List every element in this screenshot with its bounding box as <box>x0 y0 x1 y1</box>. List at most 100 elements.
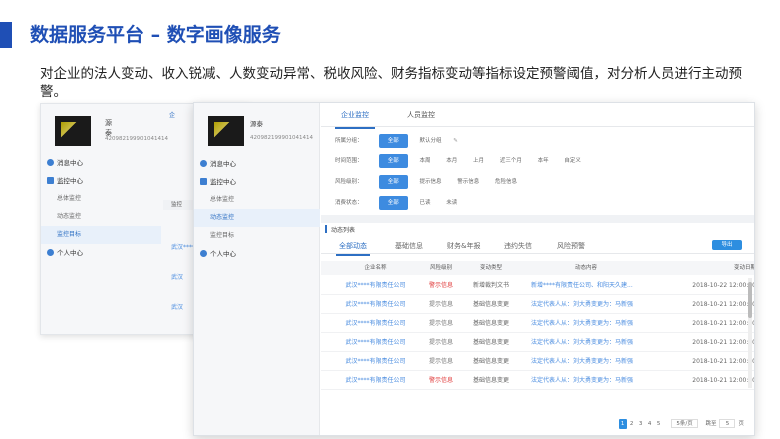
filter-option[interactable]: 全部 <box>378 134 408 148</box>
filter-option[interactable]: 未读 <box>442 196 461 210</box>
export-button[interactable]: 导出 <box>712 240 742 250</box>
change-date: 2018-10-22 12:00:00 <box>692 282 755 289</box>
sidebar-item-overall[interactable]: 总体监控 <box>41 190 161 208</box>
company-link[interactable]: 武汉****有限责任公司 <box>333 372 418 390</box>
filter-option[interactable]: 危险信息 <box>491 175 521 189</box>
change-type: 基础信息变更 <box>472 377 509 384</box>
sidebar-item-monitor[interactable]: 监控中心 <box>41 172 161 190</box>
page-button[interactable]: 5 <box>655 419 663 429</box>
change-content-link[interactable]: 新增****有限责任公司、和阳天久建... <box>531 277 641 295</box>
filter-option[interactable]: 自定义 <box>560 154 585 168</box>
change-date: 2018-10-21 12:00:00 <box>692 377 755 384</box>
message-icon <box>47 159 54 166</box>
tab-person-monitor[interactable]: 人员监控 <box>407 110 435 120</box>
change-content-link[interactable]: 法定代表人从：刘大勇变更为：马新强 <box>531 315 641 333</box>
column-header[interactable]: 企业名称 <box>333 261 418 275</box>
page-button[interactable]: 3 <box>637 419 645 429</box>
filter-option[interactable]: 默认分组 <box>416 134 446 148</box>
sidebar-item-personal[interactable]: 个人中心 <box>41 244 161 262</box>
tab-risk-alert[interactable]: 风险预警 <box>557 241 585 251</box>
scrollbar[interactable] <box>748 278 752 388</box>
change-date: 2018-10-21 12:00:00 <box>692 339 755 346</box>
goto-suffix: 页 <box>738 421 744 427</box>
filter-option[interactable]: 本年 <box>534 154 553 168</box>
filter-option[interactable]: 提示信息 <box>416 175 446 189</box>
risk-level: 提示信息 <box>428 301 453 308</box>
sidebar-item-personal[interactable]: 个人中心 <box>194 245 320 263</box>
company-link[interactable]: 武汉****有限责任公司 <box>333 353 418 371</box>
filter-option[interactable]: 已读 <box>416 196 435 210</box>
sidebar-item-monitor[interactable]: 监控中心 <box>194 173 320 191</box>
sidebar-item-messages[interactable]: 消息中心 <box>194 155 320 173</box>
column-header[interactable]: 动态内容 <box>531 261 641 275</box>
tab-all-dynamics[interactable]: 全部动态 <box>336 241 370 256</box>
page-button[interactable]: 4 <box>646 419 654 429</box>
company-link[interactable]: 武汉****有限责任公司 <box>333 277 418 295</box>
column-header[interactable]: 风险级别 <box>421 261 461 275</box>
change-content-link[interactable]: 法定代表人从：刘大勇变更为：马新强 <box>531 372 641 390</box>
filter-option[interactable]: 上月 <box>469 154 488 168</box>
user-id: 420982199901041414 <box>250 135 313 141</box>
column-header[interactable]: 变动日期 <box>656 261 754 275</box>
sidebar-item-targets[interactable]: 监控目标 <box>194 227 320 245</box>
list-tabs: 全部动态 基础信息 财务&年报 违约失信 风险预警 <box>321 238 754 256</box>
monitor-icon <box>47 177 54 184</box>
sidebar-item-messages[interactable]: 消息中心 <box>41 154 161 172</box>
change-content-link[interactable]: 法定代表人从：刘大勇变更为：马新强 <box>531 296 641 314</box>
risk-level: 警示信息 <box>428 377 453 384</box>
column-header[interactable]: 变动类型 <box>466 261 516 275</box>
tab-enterprise-monitor[interactable]: 企业监控 <box>335 110 375 129</box>
sidebar-item-overall[interactable]: 总体监控 <box>194 191 320 209</box>
company-link[interactable]: 武汉 <box>171 272 183 281</box>
change-date: 2018-10-21 12:00:00 <box>692 320 755 327</box>
change-type: 基础信息变更 <box>472 320 509 327</box>
filter-option[interactable]: 全部 <box>378 175 408 189</box>
company-link[interactable]: 武汉**** <box>171 242 195 251</box>
table-row[interactable]: 武汉****有限责任公司 提示信息 基础信息变更 法定代表人从：刘大勇变更为：马新强 2… <box>321 353 754 371</box>
table-row[interactable]: 武汉****有限责任公司 提示信息 基础信息变更 法定代表人从：刘大勇变更为：马新强 2… <box>321 296 754 314</box>
table-header: 企业名称 风险级别 变动类型 动态内容 变动日期 <box>321 261 754 275</box>
sidebar-item-dynamic[interactable]: 动态监控 <box>41 208 161 226</box>
edit-icon[interactable]: ✎ <box>453 138 458 144</box>
goto-page-input[interactable]: 5 <box>719 419 736 428</box>
user-name: 源泰 <box>250 120 263 128</box>
filter-group: 所属分组： 全部 默认分组 ✎ <box>335 134 458 148</box>
company-link[interactable]: 武汉****有限责任公司 <box>333 296 418 314</box>
page-button[interactable]: 2 <box>628 419 636 429</box>
filter-risk-level: 风险级别： 全部 提示信息 警示信息 危险信息 <box>335 175 527 189</box>
tab-basic-info[interactable]: 基础信息 <box>395 241 423 251</box>
filter-option[interactable]: 全部 <box>378 154 408 168</box>
change-content-link[interactable]: 法定代表人从：刘大勇变更为：马新强 <box>531 334 641 352</box>
filter-read-status: 消费状态： 全部 已读 未读 <box>335 196 467 210</box>
table-row[interactable]: 武汉****有限责任公司 警示信息 基础信息变更 法定代表人从：刘大勇变更为：马新强 2… <box>321 372 754 390</box>
sidebar-item-dynamic[interactable]: 动态监控 <box>194 209 320 227</box>
company-link[interactable]: 武汉****有限责任公司 <box>333 334 418 352</box>
main-panel: 企业监控 人员监控 所属分组： 全部 默认分组 ✎ 时间范围： 全部 本周 本月… <box>321 103 754 435</box>
message-icon <box>200 160 207 167</box>
page-button[interactable]: 1 <box>618 419 627 429</box>
risk-level: 提示信息 <box>428 320 453 327</box>
filter-option[interactable]: 警示信息 <box>453 175 483 189</box>
company-link[interactable]: 武汉****有限责任公司 <box>333 315 418 333</box>
filter-option[interactable]: 本周 <box>416 154 435 168</box>
table-row[interactable]: 武汉****有限责任公司 提示信息 基础信息变更 法定代表人从：刘大勇变更为：马新强 2… <box>321 315 754 333</box>
table-row[interactable]: 武汉****有限责任公司 警示信息 新增裁判文书 新增****有限责任公司、和阳天久建… <box>321 277 754 295</box>
filter-option[interactable]: 近三个月 <box>496 154 526 168</box>
change-content-link[interactable]: 法定代表人从：刘大勇变更为：马新强 <box>531 353 641 371</box>
list-title: 动态列表 <box>324 225 356 234</box>
slide-description: 对企业的法人变动、收入锐减、人数变动异常、税收风险、财务指标变动等指标设定预警阈… <box>40 66 742 100</box>
tab-enterprise[interactable]: 企 <box>169 110 175 119</box>
page-size-select[interactable]: 5条/页 <box>671 419 698 428</box>
pagination: 12345 5条/页 跳至 5 页 <box>618 419 744 429</box>
filter-option[interactable]: 全部 <box>378 196 408 210</box>
user-name: 源泰 <box>105 119 112 137</box>
scrollbar-thumb[interactable] <box>748 282 752 318</box>
risk-level: 警示信息 <box>428 282 453 289</box>
company-link[interactable]: 武汉 <box>171 302 183 311</box>
sidebar-item-targets[interactable]: 监控目标 <box>41 226 161 244</box>
main-tabs: 企业监控 人员监控 <box>321 103 754 129</box>
tab-default-credit[interactable]: 违约失信 <box>504 241 532 251</box>
table-row[interactable]: 武汉****有限责任公司 提示信息 基础信息变更 法定代表人从：刘大勇变更为：马新强 2… <box>321 334 754 352</box>
filter-option[interactable]: 本月 <box>442 154 461 168</box>
tab-finance[interactable]: 财务&年报 <box>447 241 480 251</box>
